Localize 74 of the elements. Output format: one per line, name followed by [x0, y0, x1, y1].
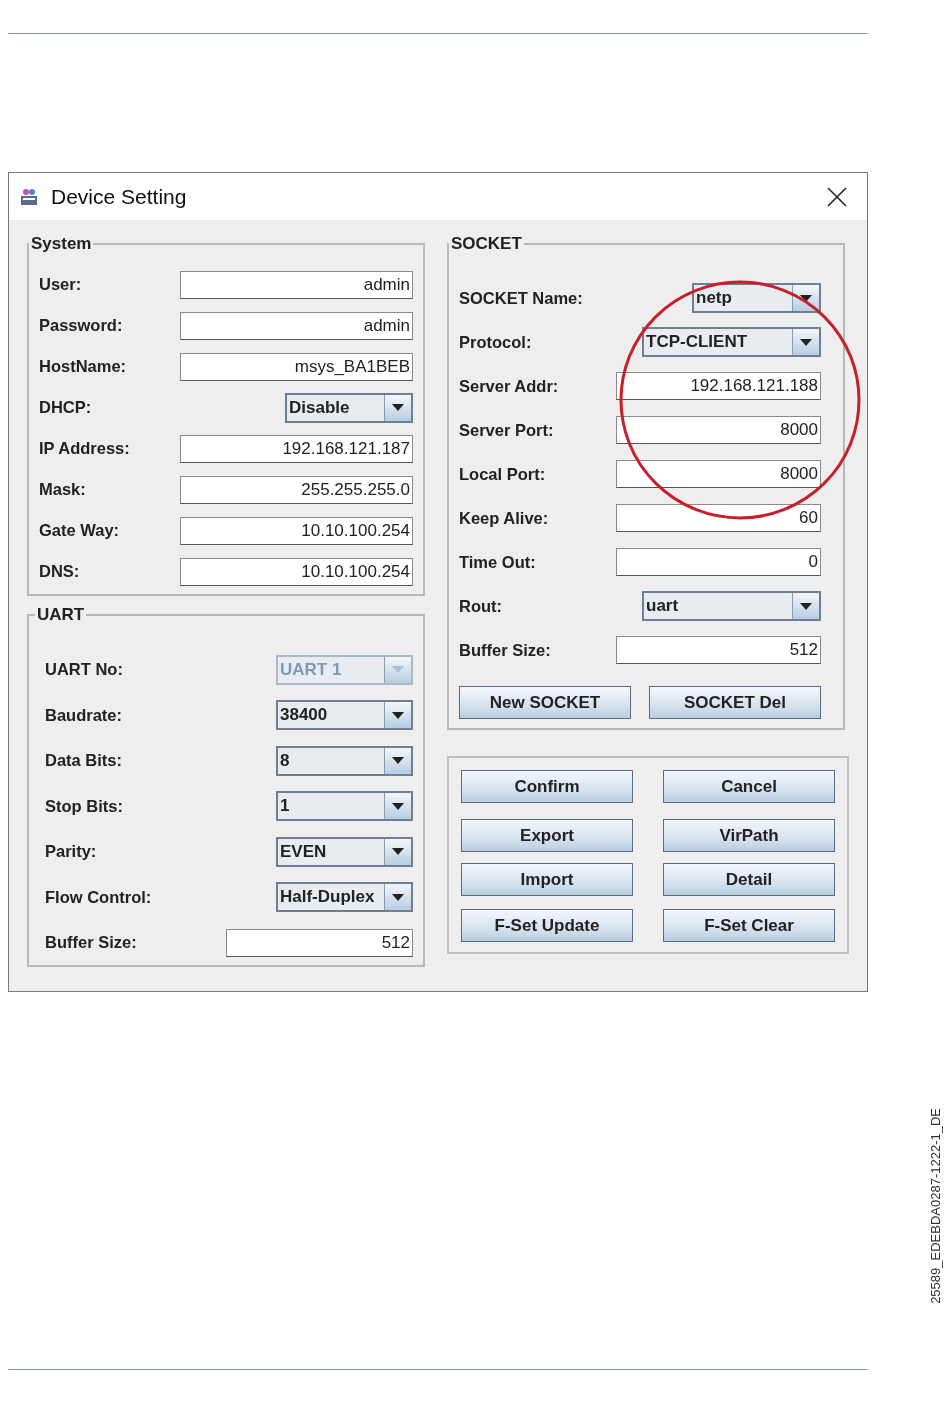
dropdown[interactable]: EVEN	[276, 836, 413, 867]
action-button[interactable]: Cancel	[663, 770, 835, 803]
field-label: DNS:	[39, 562, 80, 581]
field-label: Rout:	[459, 596, 503, 616]
caret-icon	[392, 848, 404, 856]
text-field[interactable]: 8000	[616, 416, 821, 444]
field-label: Time Out:	[459, 552, 536, 572]
text-field[interactable]: 8000	[616, 460, 821, 488]
dropdown[interactable]: 8	[276, 745, 413, 776]
caret-icon	[800, 294, 812, 302]
field-label: Stop Bits:	[45, 796, 123, 816]
caret-icon	[800, 338, 812, 346]
field-label: Keep Alive:	[459, 508, 549, 528]
action-button[interactable]: Detail	[663, 863, 835, 896]
caret-icon	[392, 757, 404, 765]
panel-title: SOCKET	[450, 234, 523, 254]
field-label: Gate Way:	[39, 521, 120, 540]
field-label: Buffer Size:	[459, 640, 551, 660]
caret-icon	[392, 802, 404, 810]
dropdown[interactable]: Half-Duplex	[276, 882, 413, 913]
field-label: Mask:	[39, 480, 86, 499]
dropdown[interactable]: netp	[692, 283, 821, 313]
field-label: Server Port:	[459, 420, 554, 440]
panel-title: UART	[36, 605, 86, 625]
socket-button[interactable]: New SOCKET	[459, 686, 631, 719]
dropdown[interactable]: Disable	[285, 392, 413, 423]
action-button[interactable]: VirPath	[663, 819, 835, 852]
action-button[interactable]: F-Set Update	[461, 909, 633, 942]
field-label: Flow Control:	[45, 887, 152, 907]
text-field[interactable]: msys_BA1BEB	[180, 352, 413, 381]
caret-icon	[392, 893, 404, 901]
field-label: SOCKET Name:	[459, 288, 583, 308]
field-label: Buffer Size:	[45, 933, 137, 953]
document-code: 25589_EDEBDA0287-1222-1_DE	[928, 1108, 943, 1304]
text-field[interactable]: 192.168.121.188	[616, 372, 821, 400]
field-label: DHCP:	[39, 398, 92, 417]
field-label: HostName:	[39, 357, 127, 376]
socket-button[interactable]: SOCKET Del	[649, 686, 821, 719]
caret-icon	[392, 711, 404, 719]
field-label: UART No:	[45, 660, 123, 680]
window-title: Device Setting	[51, 184, 188, 209]
app-icon	[19, 186, 39, 207]
field-label: Parity:	[45, 842, 97, 862]
text-field[interactable]: 255.255.255.0	[180, 475, 413, 504]
action-button[interactable]: Export	[461, 819, 633, 852]
action-button[interactable]: F-Set Clear	[663, 909, 835, 942]
caret-icon	[392, 666, 404, 674]
action-button[interactable]: Confirm	[461, 770, 633, 803]
field-label: IP Address:	[39, 439, 130, 458]
text-field[interactable]: 0	[616, 548, 821, 576]
text-field[interactable]: admin	[180, 311, 413, 340]
text-field[interactable]: 192.168.121.187	[180, 434, 413, 463]
panel-title: System	[30, 234, 93, 254]
close-icon[interactable]	[827, 186, 847, 207]
text-field[interactable]: 60	[616, 504, 821, 532]
field-label: Password:	[39, 316, 123, 335]
dropdown[interactable]: TCP-CLIENT	[642, 327, 821, 357]
caret-icon	[392, 404, 404, 411]
field-label: Baudrate:	[45, 705, 122, 725]
dropdown[interactable]: 38400	[276, 700, 413, 731]
text-field[interactable]: 512	[226, 928, 413, 957]
field-label: User:	[39, 275, 82, 294]
text-field[interactable]: 10.10.100.254	[180, 516, 413, 545]
text-field[interactable]: 512	[616, 636, 821, 664]
field-label: Server Addr:	[459, 376, 559, 396]
text-field[interactable]: 10.10.100.254	[180, 557, 413, 586]
field-label: Protocol:	[459, 332, 532, 352]
caret-icon	[800, 602, 812, 610]
dropdown[interactable]: uart	[642, 591, 821, 621]
dropdown[interactable]: 1	[276, 791, 413, 822]
field-label: Local Port:	[459, 464, 546, 484]
action-button[interactable]: Import	[461, 863, 633, 896]
field-label: Data Bits:	[45, 751, 122, 771]
text-field[interactable]: admin	[180, 270, 413, 299]
